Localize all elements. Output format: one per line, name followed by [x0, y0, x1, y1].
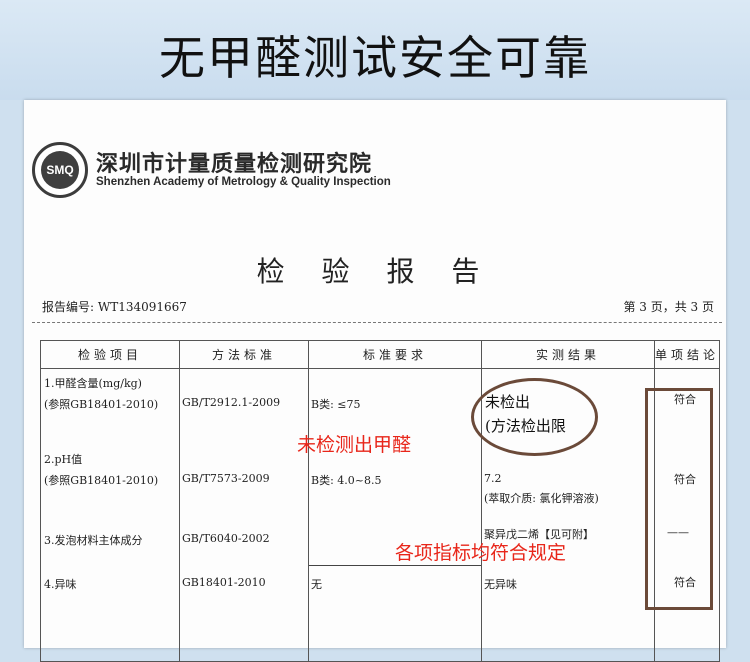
- header-conclusion: 单项结论: [654, 340, 720, 369]
- report-number: 报告编号: WT134091667: [42, 300, 187, 314]
- result-value: 无异味: [484, 578, 517, 591]
- method-value: GB/T2912.1-2009: [182, 396, 281, 409]
- logo-text: SMQ: [41, 151, 79, 189]
- header-requirement: 标准要求: [308, 340, 482, 369]
- requirement-line: [309, 565, 481, 566]
- requirement-value: B类: 4.0~8.5: [311, 474, 382, 487]
- header-method: 方法标准: [179, 340, 309, 369]
- conclusion-highlight-box: [645, 388, 713, 610]
- result-note: (萃取介质: 氯化钾溶液): [484, 492, 599, 505]
- page-info: 第 3 页，共 3 页: [623, 300, 714, 314]
- result-highlight-ellipse: [471, 378, 598, 456]
- item-name: 2.pH值: [44, 453, 83, 466]
- table-header-row: 检验项目 方法标准 标准要求 实测结果 单项结论: [40, 340, 720, 369]
- no-formaldehyde-annotation: 未检测出甲醛: [297, 434, 412, 456]
- requirement-value: 无: [311, 578, 322, 591]
- institution-logo: SMQ: [32, 142, 88, 198]
- item-ref: (参照GB18401-2010): [44, 398, 159, 411]
- requirement-value: B类: ≤75: [311, 398, 361, 411]
- requirement-column: B类: ≤75 B类: 4.0~8.5 无: [308, 368, 482, 662]
- results-table: 检验项目 方法标准 标准要求 实测结果 单项结论 1.甲醛含量(mg/kg) (…: [40, 340, 720, 662]
- method-value: GB/T6040-2002: [182, 532, 270, 545]
- page-title: 无甲醛测试安全可靠: [159, 31, 591, 85]
- item-ref: (参照GB18401-2010): [44, 474, 159, 487]
- divider: [32, 322, 722, 323]
- header-result: 实测结果: [481, 340, 655, 369]
- report-title: 检 验 报 告: [256, 255, 494, 288]
- item-name: 4.异味: [44, 578, 77, 591]
- result-value: 7.2: [484, 472, 502, 485]
- item-name: 3.发泡材料主体成分: [44, 534, 143, 547]
- items-column: 1.甲醛含量(mg/kg) (参照GB18401-2010) 2.pH值 (参照…: [40, 368, 180, 662]
- institution-name-en: Shenzhen Academy of Metrology & Quality …: [96, 176, 391, 188]
- method-value: GB18401-2010: [182, 576, 266, 589]
- header-item: 检验项目: [40, 340, 180, 369]
- method-value: GB/T7573-2009: [182, 472, 270, 485]
- table-row: 1.甲醛含量(mg/kg) (参照GB18401-2010) 2.pH值 (参照…: [40, 368, 720, 662]
- report-document: SMQ 深圳市计量质量检测研究院 Shenzhen Academy of Met…: [24, 100, 726, 662]
- method-column: GB/T2912.1-2009 GB/T7573-2009 GB/T6040-2…: [179, 368, 309, 662]
- institution-name-cn: 深圳市计量质量检测研究院: [96, 152, 373, 177]
- compliance-annotation: 各项指标均符合规定: [395, 542, 567, 564]
- item-name: 1.甲醛含量(mg/kg): [44, 377, 142, 390]
